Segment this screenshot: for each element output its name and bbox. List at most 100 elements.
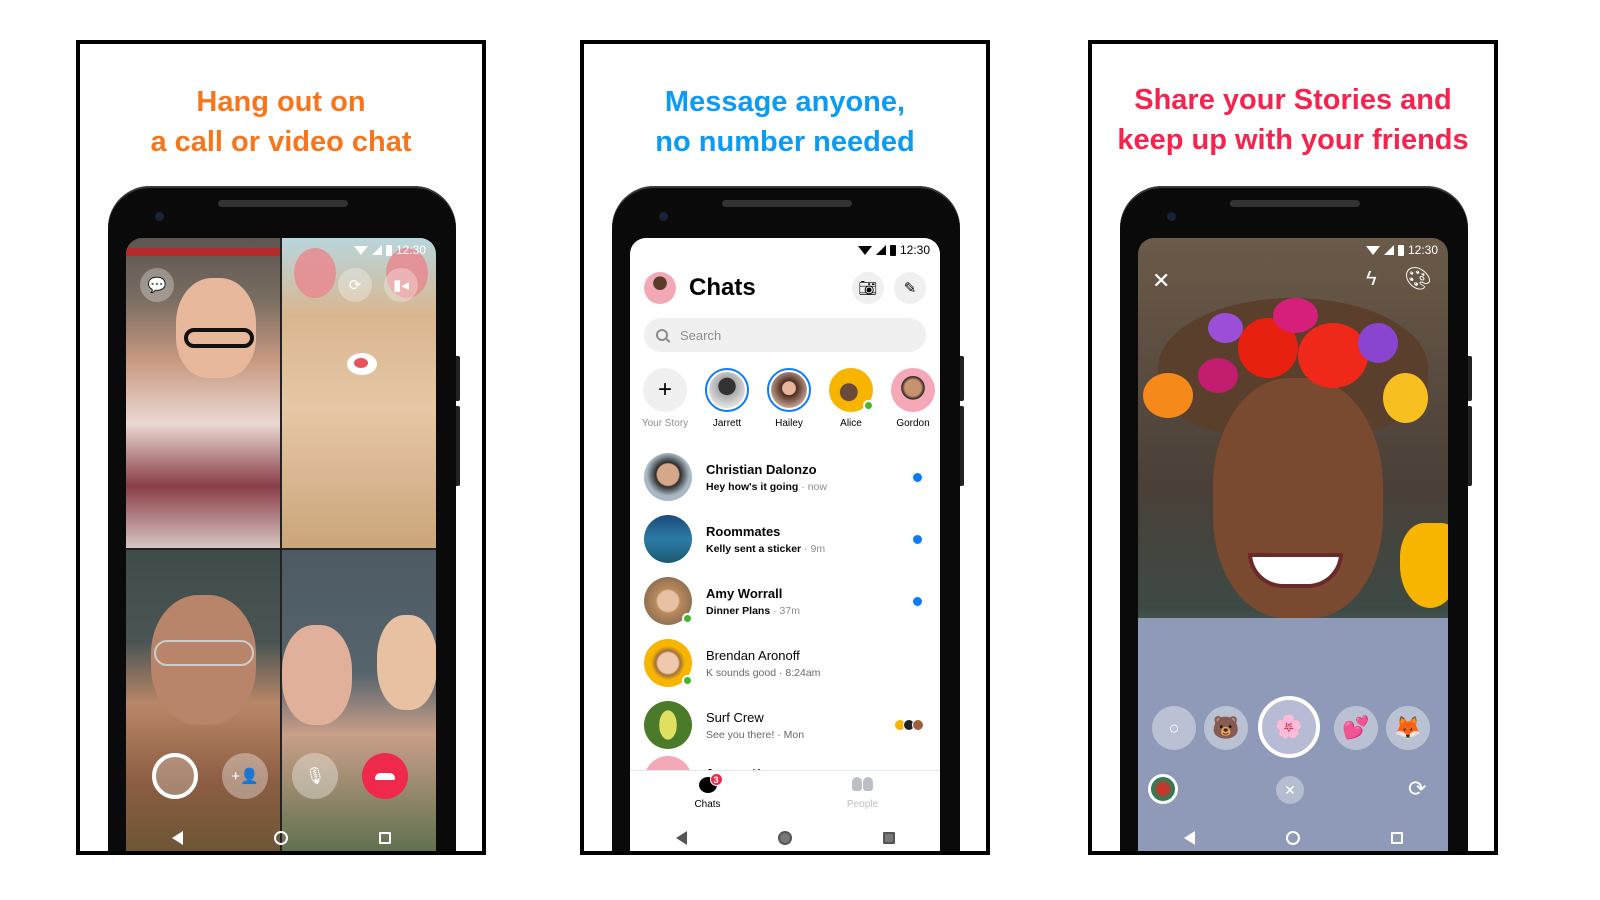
unread-indicator xyxy=(913,472,922,482)
gallery-button[interactable] xyxy=(1148,774,1178,804)
chat-row[interactable]: Amy Worrall Dinner Plans · 37m xyxy=(644,570,926,632)
search-icon xyxy=(656,329,668,341)
plus-icon: + xyxy=(657,376,672,403)
profile-avatar[interactable] xyxy=(644,272,676,304)
panel-stories: Share your Stories and keep up with your… xyxy=(1088,40,1498,855)
back-icon[interactable] xyxy=(675,831,687,845)
filter-bear[interactable]: 🐻 xyxy=(1204,706,1248,750)
flip-camera-button[interactable]: ⟳ xyxy=(338,268,372,302)
chat-snippet: See you there! xyxy=(706,728,775,741)
video-toggle-button[interactable]: ▮◂ xyxy=(384,268,418,302)
bear-icon: 🐻 xyxy=(1212,715,1240,740)
home-icon[interactable] xyxy=(777,831,792,845)
power-button xyxy=(960,356,964,401)
camera-button[interactable]: 📷︎ xyxy=(852,272,884,304)
headline: Hang out on a call or video chat xyxy=(80,82,482,162)
video-tile-participant-3[interactable] xyxy=(126,550,280,855)
chats-screen: 12:30 Chats 📷︎ ✎ Search + Your Story Jar… xyxy=(630,238,940,855)
flip-camera-icon: ⟳ xyxy=(1408,776,1427,801)
chat-avatar xyxy=(644,701,692,749)
tab-people[interactable]: People xyxy=(785,771,940,818)
recents-icon[interactable] xyxy=(882,832,895,844)
filter-none[interactable]: ○ xyxy=(1152,706,1196,750)
heart-glasses-icon: 💕 xyxy=(1342,715,1370,740)
filter-flower-crown[interactable]: 🌸 xyxy=(1258,696,1320,758)
status-bar: 12:30 xyxy=(857,243,930,257)
flower-crown-icon: 🌸 xyxy=(1275,714,1303,739)
story-hailey[interactable]: Hailey xyxy=(762,368,816,429)
chat-avatar xyxy=(644,639,693,687)
filter-fox[interactable]: 🦊 xyxy=(1386,706,1430,750)
wifi-icon xyxy=(353,245,368,255)
tab-label: People xyxy=(846,799,879,810)
video-tile-participants-4[interactable] xyxy=(282,550,436,855)
fox-icon: 🦊 xyxy=(1394,715,1422,740)
status-bar: 12:30 xyxy=(353,243,426,257)
chat-name: Christian Dalonzo xyxy=(706,461,817,477)
phone-speaker xyxy=(722,200,852,207)
chat-snippet: Dinner Plans xyxy=(706,604,771,617)
tab-chats[interactable]: 3 Chats xyxy=(630,771,785,818)
close-button[interactable]: ✕ xyxy=(1152,268,1170,294)
battery-icon xyxy=(889,244,896,256)
chat-name: Brendan Aronoff xyxy=(706,647,800,663)
flip-camera-button[interactable]: ⟳ xyxy=(1408,776,1426,802)
end-call-button[interactable] xyxy=(362,753,408,799)
back-icon[interactable] xyxy=(1183,831,1195,845)
story-avatar xyxy=(767,368,811,412)
chat-name: Surf Crew xyxy=(706,709,764,725)
chat-bubble-button[interactable]: 💬 xyxy=(140,268,174,302)
chat-snippet: K sounds good xyxy=(706,666,777,679)
phone-frame: 12:30 💬 ⟳ ▮◂ +👤 🎙 xyxy=(108,186,460,855)
back-icon[interactable] xyxy=(171,831,183,845)
story-alice[interactable]: Alice xyxy=(824,368,878,429)
capture-button[interactable] xyxy=(152,753,198,799)
chat-time: 8:24am xyxy=(785,666,821,679)
chat-bubble-icon: 💬 xyxy=(147,277,167,294)
recents-icon[interactable] xyxy=(1390,832,1403,844)
chat-row[interactable]: Roommates Kelly sent a sticker · 9m xyxy=(644,508,926,570)
phone-camera xyxy=(1167,212,1176,221)
chat-row[interactable]: Christian Dalonzo Hey how's it going · n… xyxy=(644,446,926,508)
stories-row: + Your Story Jarrett Hailey Alice Gordon xyxy=(638,368,940,429)
chat-row[interactable]: Surf Crew See you there! · Mon xyxy=(644,694,926,756)
headline-line-1: Message anyone, xyxy=(664,86,906,118)
status-time: 12:30 xyxy=(899,243,930,257)
story-jarrett[interactable]: Jarrett xyxy=(700,368,754,429)
add-person-button[interactable]: +👤 xyxy=(222,753,268,799)
headline-line-2: keep up with your friends xyxy=(1117,124,1469,156)
story-your-story[interactable]: + Your Story xyxy=(638,368,692,429)
story-label: Jarrett xyxy=(712,418,742,429)
mute-button[interactable]: 🎙 xyxy=(292,753,338,799)
hang-up-icon xyxy=(375,772,395,780)
volume-button xyxy=(456,406,460,486)
seen-by-avatars xyxy=(894,719,924,731)
unread-badge: 3 xyxy=(709,773,723,786)
home-icon[interactable] xyxy=(273,831,288,845)
add-story-button[interactable]: + xyxy=(643,368,687,412)
chat-time: now xyxy=(807,480,827,493)
signal-icon xyxy=(1383,245,1394,255)
chat-time: Mon xyxy=(783,728,805,741)
headline-line-2: no number needed xyxy=(655,126,915,158)
filter-heart-glasses[interactable]: 💕 xyxy=(1334,706,1378,750)
chat-row[interactable]: Brendan Aronoff K sounds good · 8:24am xyxy=(644,632,926,694)
new-message-button[interactable]: ✎ xyxy=(894,272,926,304)
story-gordon[interactable]: Gordon xyxy=(886,368,940,429)
headline-line-1: Hang out on xyxy=(196,86,366,118)
search-input[interactable]: Search xyxy=(644,318,926,352)
android-nav-bar xyxy=(126,818,436,855)
recents-icon[interactable] xyxy=(378,832,391,844)
camera-icon: 📷︎ xyxy=(858,280,878,297)
effects-button[interactable]: 🎨︎ xyxy=(1404,266,1432,292)
chat-name: Amy Worrall xyxy=(706,585,783,601)
remove-filter-button[interactable]: ✕ xyxy=(1276,776,1304,804)
phone-frame: 12:30 Chats 📷︎ ✎ Search + Your Story Jar… xyxy=(612,186,964,855)
headline: Share your Stories and keep up with your… xyxy=(1092,80,1494,160)
flash-button[interactable]: ϟ xyxy=(1366,268,1377,291)
home-icon[interactable] xyxy=(1285,831,1300,845)
volume-button xyxy=(960,406,964,486)
chat-time: 37m xyxy=(779,604,800,617)
video-call-screen: 12:30 💬 ⟳ ▮◂ +👤 🎙 xyxy=(126,238,436,855)
rock-hand-sticker[interactable] xyxy=(1400,523,1448,608)
